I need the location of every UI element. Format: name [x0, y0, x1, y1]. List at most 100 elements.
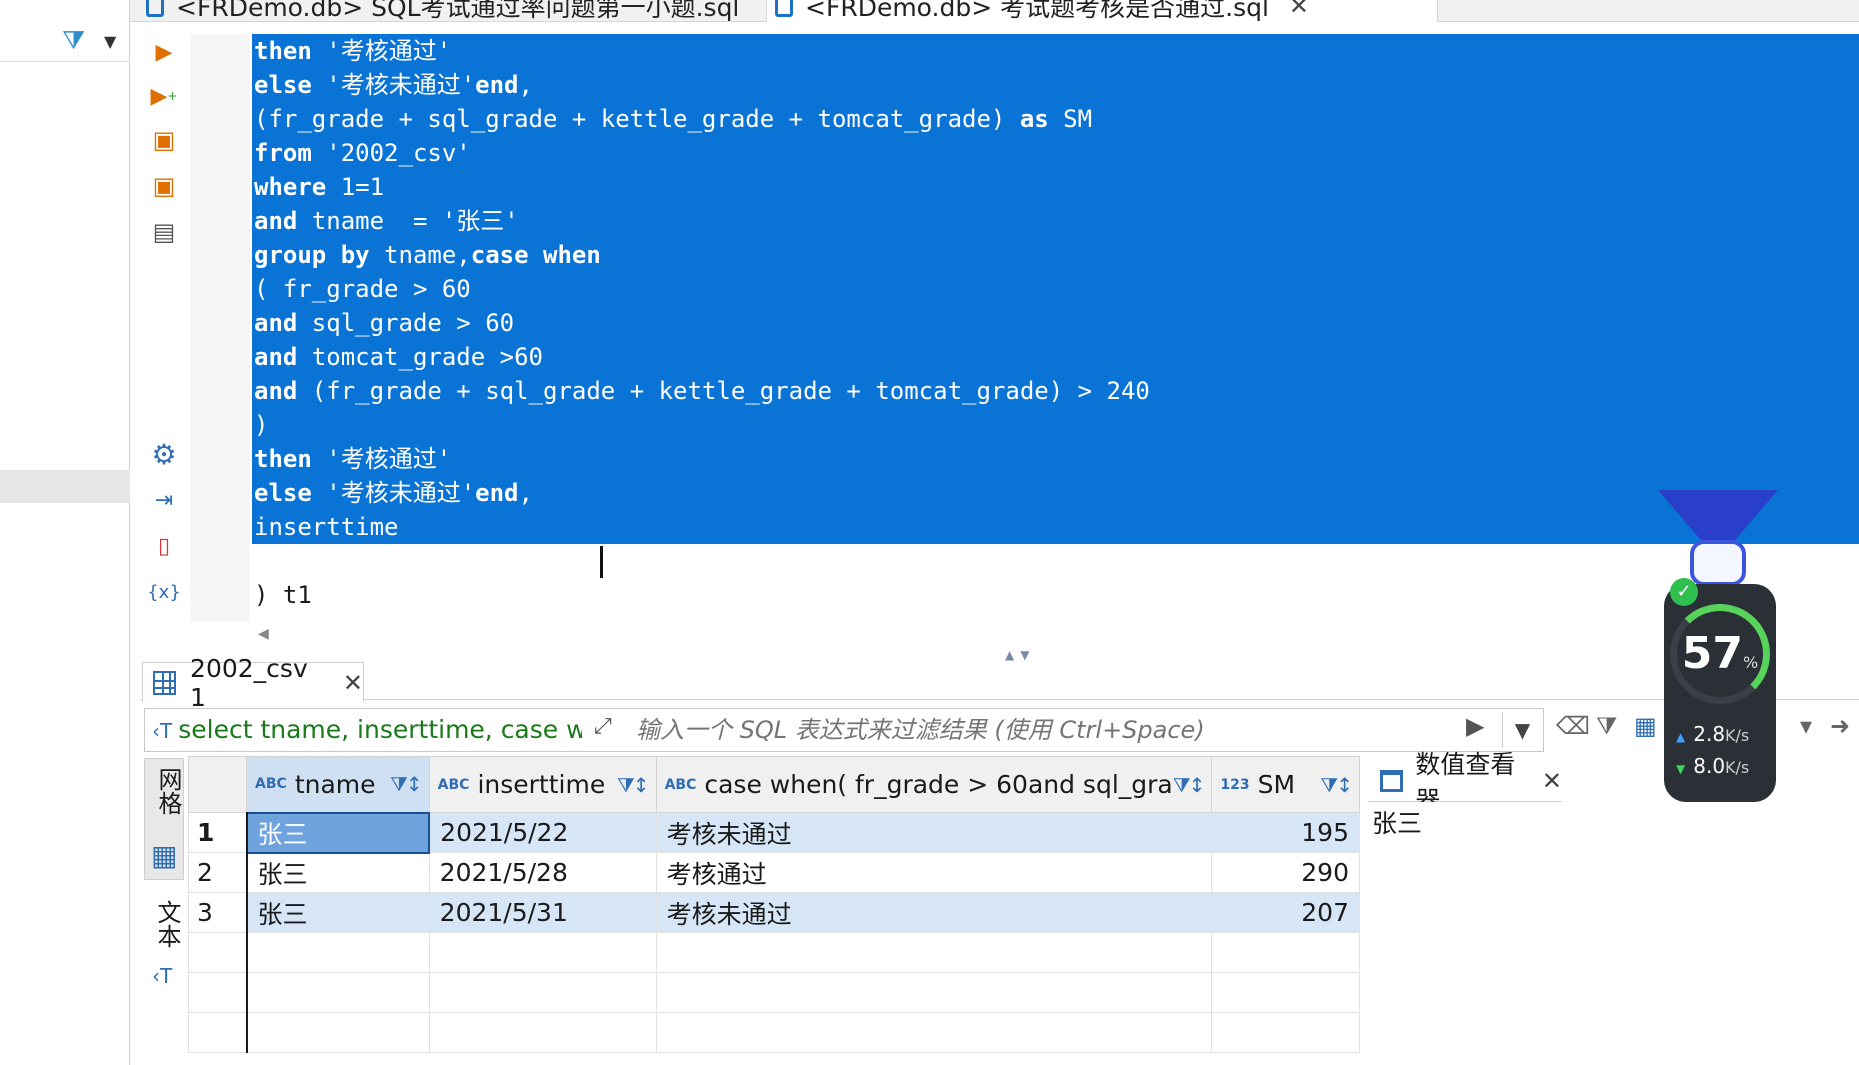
filter-settings-icon[interactable]: ⧩ [1596, 712, 1617, 740]
table-row[interactable]: 2 张三 2021/5/28 考核通过 290 [187, 852, 1360, 893]
code-line[interactable]: (fr_grade + sql_grade + kettle_grade + t… [254, 102, 1092, 136]
sql-text: tname = '张三' [297, 207, 519, 235]
scroll-left-icon[interactable]: ◀ [258, 626, 269, 642]
cell-tname[interactable]: 张三 [246, 892, 430, 933]
row-number[interactable]: 2 [187, 852, 248, 893]
tab-results[interactable]: 2002_csv 1 ✕ [142, 654, 364, 712]
export-icon[interactable]: ⇥ [148, 484, 180, 516]
cell-sm[interactable]: 195 [1211, 812, 1360, 853]
sql-keyword: and [254, 343, 298, 371]
code-line[interactable]: ) t1 [254, 578, 312, 612]
upload-speed-unit: K/s [1725, 726, 1750, 745]
sql-text: '2002_csv' [311, 139, 471, 167]
sql-preview-text: select tname, inserttime, case whe [178, 715, 582, 744]
cell-sm[interactable]: 207 [1211, 892, 1360, 933]
upload-speed-value: 2.8 [1693, 722, 1726, 746]
column-type-tag: 123 [1220, 776, 1250, 793]
column-filter-icon[interactable]: ⧩↕ [1320, 773, 1353, 797]
download-speed-value: 8.0 [1693, 754, 1726, 778]
tab-sql-first[interactable]: <FRDemo.db> SQL考试通过率问题第一小题.sql [138, 0, 758, 22]
code-line[interactable]: else '考核未通过'end, [254, 476, 533, 510]
code-line[interactable]: inserttime [254, 510, 399, 544]
filter-history-dropdown[interactable]: ▼ [1502, 712, 1542, 748]
code-line[interactable]: else '考核未通过'end, [254, 68, 533, 102]
side-tab-grid[interactable]: 网格 ▦ [144, 758, 184, 880]
sql-file-icon [775, 0, 793, 17]
code-line[interactable]: then '考核通过' [254, 34, 451, 68]
dropdown-icon[interactable]: ▾ [1800, 712, 1812, 740]
tab-sql-active[interactable]: <FRDemo.db> 考试题考核是否通过.sql ✕ [766, 0, 1438, 22]
text-icon: ‹T [152, 964, 173, 988]
code-line[interactable]: and tname = '张三' [254, 204, 519, 238]
cell-tname[interactable]: 张三 [246, 852, 430, 893]
arrow-right-icon[interactable]: ➜ [1830, 712, 1850, 740]
cell-inserttime[interactable]: 2021/5/28 [428, 852, 657, 893]
sql-text: '考核通过' [311, 37, 452, 65]
column-filter-icon[interactable]: ⧩↕ [1173, 773, 1206, 797]
tab-value-viewer[interactable]: 数值查看器 ✕ [1368, 750, 1562, 815]
cell-case[interactable]: 考核未通过 [655, 812, 1213, 853]
column-header[interactable]: ABC inserttime ⧩↕ [428, 756, 657, 813]
column-header[interactable]: ABC case when( fr_grade > 60and sql_gra ⧩↕ [655, 756, 1213, 813]
variables-icon[interactable]: {x} [147, 576, 181, 608]
problems-icon[interactable]: ▯ [148, 530, 180, 562]
eraser-icon[interactable]: ⌫ [1556, 712, 1590, 740]
value-viewer-content[interactable]: 张三 [1372, 804, 1422, 840]
apply-filter-icon[interactable]: ▶ [1466, 712, 1484, 740]
code-line[interactable]: then '考核通过' [254, 442, 451, 476]
column-filter-icon[interactable]: ⧩↕ [617, 773, 650, 797]
empty-row [187, 1012, 1360, 1053]
navigator-selected-row[interactable] [0, 470, 130, 503]
execute-script-icon[interactable]: ▣ [148, 124, 180, 156]
close-icon[interactable]: ✕ [1542, 767, 1562, 795]
code-line[interactable]: and sql_grade > 60 [254, 306, 514, 340]
code-line[interactable]: where 1=1 [254, 170, 384, 204]
filter-icon[interactable]: ⧩ [62, 26, 85, 57]
code-line[interactable]: order by inserttime ASC [254, 544, 586, 578]
execute-new-tab-icon[interactable]: ▶ + [148, 80, 180, 112]
row-number[interactable]: 1 [187, 812, 248, 853]
cell-tname[interactable]: 张三 [245, 811, 431, 854]
cell-sm[interactable]: 290 [1211, 852, 1360, 893]
code-line[interactable]: ( fr_grade > 60 [254, 272, 471, 306]
table-row[interactable]: 1 张三 2021/5/22 考核未通过 195 [187, 811, 1360, 854]
row-number[interactable]: 3 [187, 892, 248, 933]
column-filter-icon[interactable]: ⧩↕ [390, 772, 423, 796]
sql-keyword: as [1019, 105, 1049, 133]
sql-keyword: and [254, 309, 298, 337]
results-grid: ABC tname ⧩↕ ABC inserttime ⧩↕ ABC case when(… [187, 756, 1360, 1065]
arrow-up-icon: ▲ [1676, 730, 1686, 744]
sql-preview[interactable]: ‹T select tname, inserttime, case whe [152, 712, 582, 748]
execute-script-new-tab-icon[interactable]: ▣ [148, 170, 180, 202]
usage-percent-unit: % [1743, 653, 1759, 672]
code-line[interactable]: from '2002_csv' [254, 136, 471, 170]
code-line[interactable]: ) [254, 408, 268, 442]
column-header[interactable]: ABC tname ⧩↕ [246, 756, 430, 813]
code-line[interactable]: and (fr_grade + sql_grade + kettle_grade… [254, 374, 1150, 408]
chevron-down-icon[interactable]: ▼ [104, 32, 116, 51]
close-icon[interactable]: ✕ [1289, 0, 1309, 20]
side-tab-grid-label: 网格 [154, 767, 182, 815]
explain-plan-icon[interactable]: ▤ [148, 216, 180, 248]
side-tab-text[interactable]: 文本 ‹T [144, 900, 184, 1000]
code-line[interactable]: group by tname,case when [254, 238, 601, 272]
cell-case[interactable]: 考核未通过 [655, 892, 1213, 933]
close-icon[interactable]: ✕ [343, 669, 363, 697]
sql-text: tomcat_grade >60 [297, 343, 543, 371]
cell-inserttime[interactable]: 2021/5/31 [428, 892, 657, 933]
sql-keyword: order by [254, 547, 370, 575]
filter-input[interactable] [636, 712, 1436, 748]
sql-keyword: from [254, 139, 312, 167]
expand-icon[interactable]: ⤢ [594, 714, 612, 739]
side-tab-text-label: 文本 [153, 900, 181, 948]
code-line[interactable]: and tomcat_grade >60 [254, 340, 543, 374]
gear-icon[interactable]: ⚙ [148, 438, 180, 471]
column-type-tag: ABC [664, 776, 697, 793]
execute-statement-icon[interactable]: ▶ [148, 36, 180, 68]
sql-keyword: end [475, 71, 519, 99]
cell-case[interactable]: 考核通过 [655, 852, 1213, 893]
cell-inserttime[interactable]: 2021/5/22 [428, 812, 657, 853]
column-header[interactable]: 123 SM ⧩↕ [1211, 756, 1360, 813]
grid-settings-icon[interactable]: ▦ [1634, 712, 1657, 740]
table-row[interactable]: 3 张三 2021/5/31 考核未通过 207 [187, 892, 1360, 933]
